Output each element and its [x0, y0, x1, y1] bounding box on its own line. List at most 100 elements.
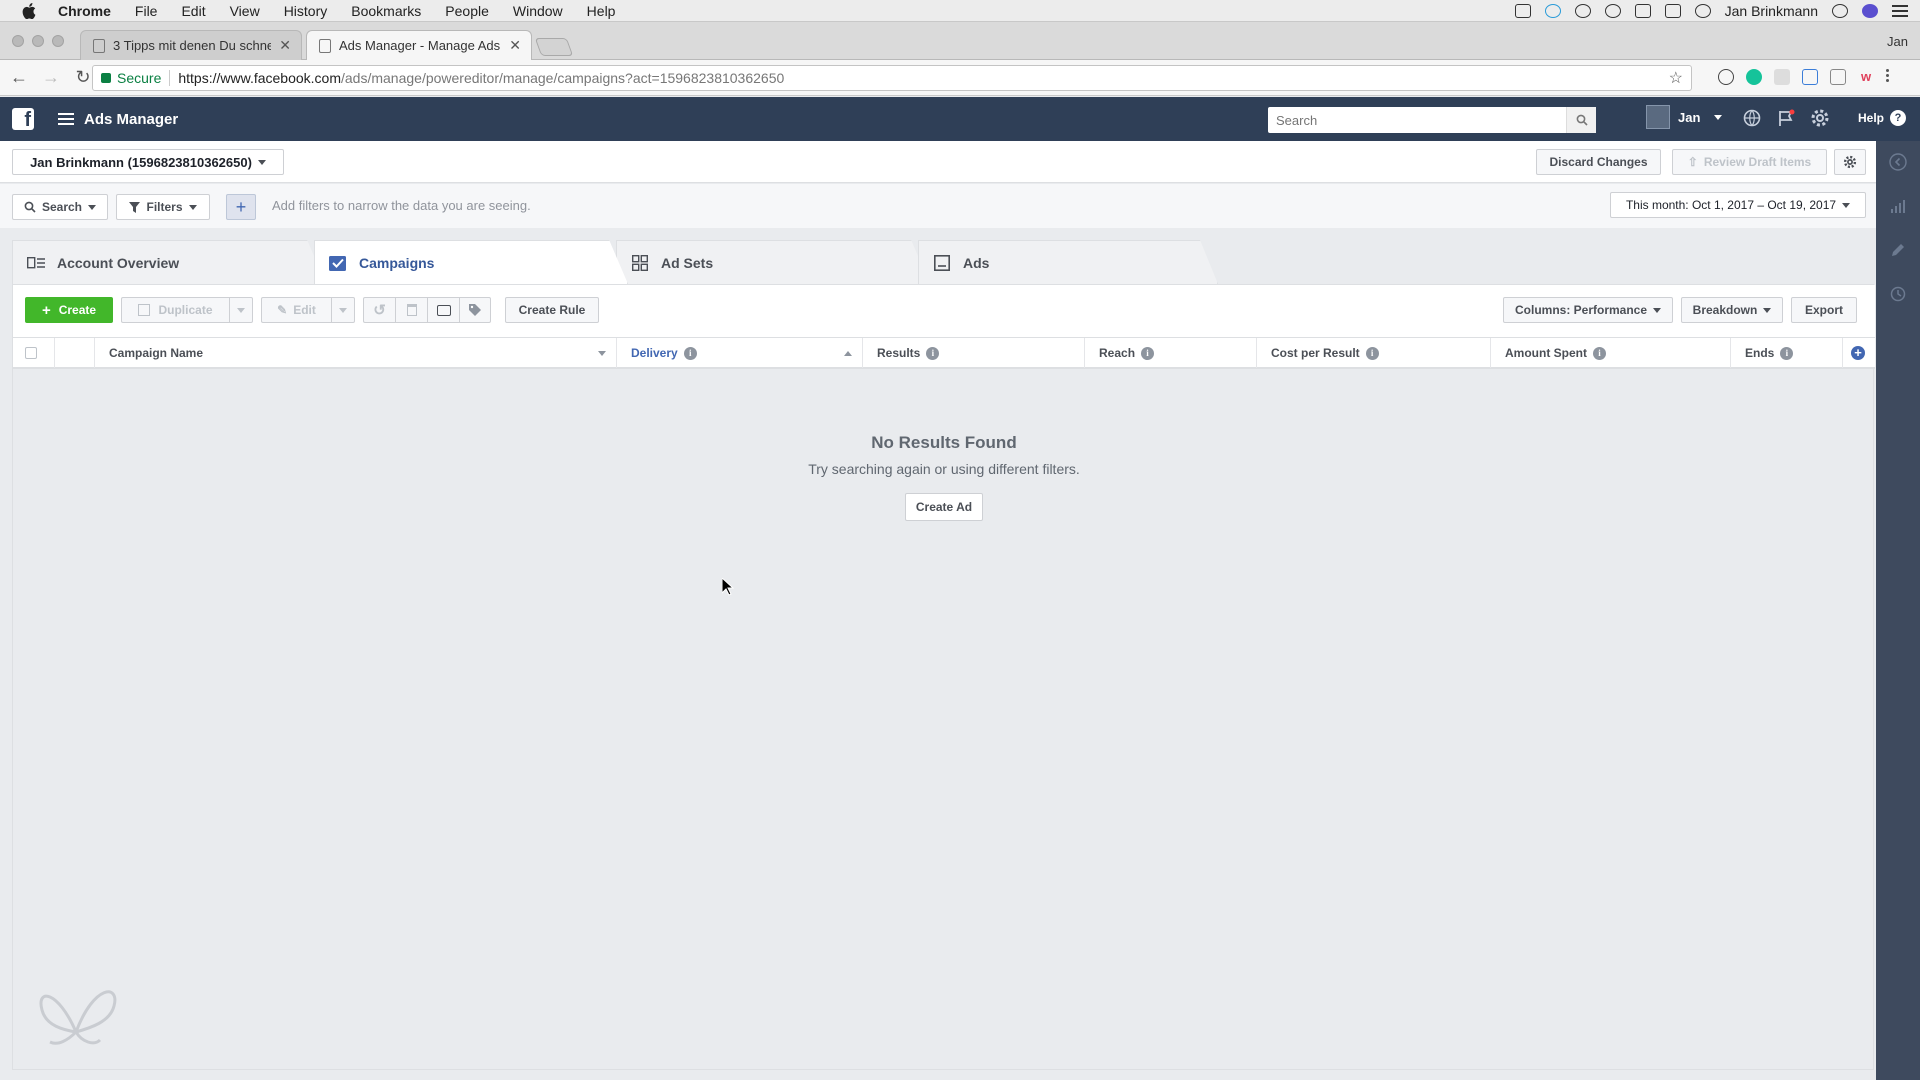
- settings-gear-button[interactable]: [1834, 149, 1866, 175]
- menu-view[interactable]: View: [230, 3, 260, 19]
- siri-icon[interactable]: [1862, 3, 1878, 18]
- info-icon[interactable]: i: [683, 346, 697, 360]
- password-manager-icon[interactable]: [1718, 69, 1734, 85]
- column-campaign-name[interactable]: Campaign Name: [95, 338, 617, 368]
- add-filter-button[interactable]: +: [226, 194, 256, 220]
- info-icon[interactable]: i: [1593, 346, 1606, 360]
- extension-icon[interactable]: [1774, 69, 1790, 85]
- add-column-plus-icon[interactable]: +: [1851, 346, 1865, 360]
- menu-people[interactable]: People: [445, 3, 489, 19]
- clock-icon[interactable]: [1889, 285, 1907, 303]
- address-bar[interactable]: Secure https://www.facebook.com/ads/mana…: [92, 65, 1692, 91]
- duplicate-button[interactable]: Duplicate: [121, 297, 229, 323]
- browser-tab[interactable]: 3 Tipps mit denen Du schnelle ✕: [80, 30, 302, 60]
- search-dropdown[interactable]: Search: [12, 194, 108, 220]
- tag-button[interactable]: [459, 297, 491, 323]
- info-icon[interactable]: i: [1365, 346, 1379, 360]
- review-draft-items-button[interactable]: ⇧ Review Draft Items: [1672, 149, 1827, 175]
- tab-campaigns[interactable]: Campaigns: [314, 240, 628, 284]
- info-icon[interactable]: i: [1780, 346, 1794, 360]
- user-menu[interactable]: Jan: [1646, 105, 1723, 129]
- menu-bookmarks[interactable]: Bookmarks: [351, 3, 421, 19]
- time-machine-icon[interactable]: [1694, 3, 1711, 18]
- pencil-icon[interactable]: [1889, 241, 1907, 259]
- new-tab-button[interactable]: [534, 38, 574, 56]
- breakdown-dropdown[interactable]: Breakdown: [1681, 297, 1783, 323]
- screen-icon[interactable]: [1802, 69, 1818, 85]
- info-icon[interactable]: i: [926, 346, 940, 360]
- spotlight-icon[interactable]: [1832, 3, 1848, 18]
- duplicate-dropdown[interactable]: [229, 297, 253, 323]
- close-window-button[interactable]: [12, 35, 24, 47]
- column-options-icon[interactable]: [598, 350, 606, 356]
- close-icon[interactable]: ✕: [279, 37, 291, 54]
- help-link[interactable]: Help ?: [1858, 110, 1907, 126]
- chevron-down-icon: [257, 159, 266, 165]
- menu-app-chrome[interactable]: Chrome: [58, 3, 111, 19]
- gear-icon[interactable]: [1810, 108, 1830, 128]
- create-rule-button[interactable]: Create Rule: [505, 297, 599, 323]
- menu-help[interactable]: Help: [587, 3, 616, 19]
- back-icon[interactable]: ←: [6, 65, 32, 91]
- column-results[interactable]: Results i: [863, 338, 1085, 368]
- discard-changes-button[interactable]: Discard Changes: [1536, 149, 1661, 175]
- forward-icon[interactable]: →: [38, 65, 64, 91]
- minimize-window-button[interactable]: [32, 35, 44, 47]
- collapse-chevron-icon[interactable]: [1889, 153, 1907, 171]
- menu-window[interactable]: Window: [513, 3, 563, 19]
- menu-file[interactable]: File: [135, 3, 158, 19]
- info-icon[interactable]: i: [1141, 346, 1155, 360]
- column-amount-spent[interactable]: Amount Spent i: [1491, 338, 1731, 368]
- menubar-user-name[interactable]: Jan Brinkmann: [1725, 3, 1818, 19]
- notification-icon[interactable]: [1634, 3, 1651, 18]
- select-all-checkbox[interactable]: [25, 347, 37, 359]
- bookmark-star-icon[interactable]: ☆: [1669, 68, 1683, 88]
- bar-chart-icon[interactable]: [1889, 197, 1907, 215]
- edit-dropdown[interactable]: [331, 297, 355, 323]
- browser-tab-active[interactable]: Ads Manager - Manage Ads - ✕: [306, 30, 532, 60]
- grammarly-icon[interactable]: [1746, 69, 1762, 85]
- menu-history[interactable]: History: [284, 3, 328, 19]
- password-icon[interactable]: [1604, 3, 1621, 18]
- search-icon[interactable]: [1566, 107, 1596, 133]
- account-selector[interactable]: Jan Brinkmann (1596823810362650): [12, 149, 284, 175]
- hamburger-menu-icon[interactable]: [58, 113, 74, 125]
- notification-center-icon[interactable]: [1892, 4, 1908, 17]
- apple-icon[interactable]: [22, 2, 38, 19]
- facebook-logo-icon[interactable]: f: [12, 108, 34, 130]
- more-menu-icon[interactable]: [1886, 69, 1890, 85]
- create-button[interactable]: + Create: [25, 297, 113, 323]
- tab-ad-sets[interactable]: Ad Sets: [616, 240, 930, 284]
- close-icon[interactable]: ✕: [509, 37, 521, 54]
- screen-record-icon[interactable]: [1514, 3, 1531, 18]
- menu-edit[interactable]: Edit: [181, 3, 205, 19]
- revert-button[interactable]: ↺: [363, 297, 395, 323]
- column-reach[interactable]: Reach i: [1085, 338, 1257, 368]
- notifications-flag-icon[interactable]: [1776, 108, 1796, 128]
- column-ends[interactable]: Ends i: [1731, 338, 1843, 368]
- column-cost-per-result[interactable]: Cost per Result i: [1257, 338, 1491, 368]
- filters-dropdown[interactable]: Filters: [116, 194, 210, 220]
- airplay-icon[interactable]: [1664, 3, 1681, 18]
- edit-button[interactable]: ✎ Edit: [261, 297, 331, 323]
- pocket-icon[interactable]: w: [1858, 69, 1874, 85]
- create-ad-button[interactable]: Create Ad: [904, 493, 984, 521]
- cloud-icon[interactable]: [1574, 3, 1591, 18]
- pencil-icon: ✎: [277, 303, 288, 317]
- export-button[interactable]: Export: [1791, 297, 1857, 323]
- date-range-picker[interactable]: This month: Oct 1, 2017 – Oct 19, 2017: [1610, 192, 1866, 218]
- ab-test-button[interactable]: [427, 297, 459, 323]
- globe-icon[interactable]: [1742, 108, 1762, 128]
- search-input[interactable]: [1268, 107, 1566, 133]
- column-delivery[interactable]: Delivery i: [617, 338, 863, 368]
- tab-account-overview[interactable]: Account Overview: [12, 240, 326, 284]
- ab-test-icon: [436, 304, 451, 316]
- zoom-window-button[interactable]: [52, 35, 64, 47]
- app-title[interactable]: Ads Manager: [84, 111, 178, 128]
- delete-button[interactable]: [395, 297, 427, 323]
- chrome-profile[interactable]: Jan: [1887, 34, 1908, 49]
- sync-icon[interactable]: [1544, 3, 1561, 18]
- columns-dropdown[interactable]: Columns: Performance: [1503, 297, 1673, 323]
- tab-ads[interactable]: Ads: [918, 240, 1218, 284]
- devtools-icon[interactable]: [1830, 69, 1846, 85]
